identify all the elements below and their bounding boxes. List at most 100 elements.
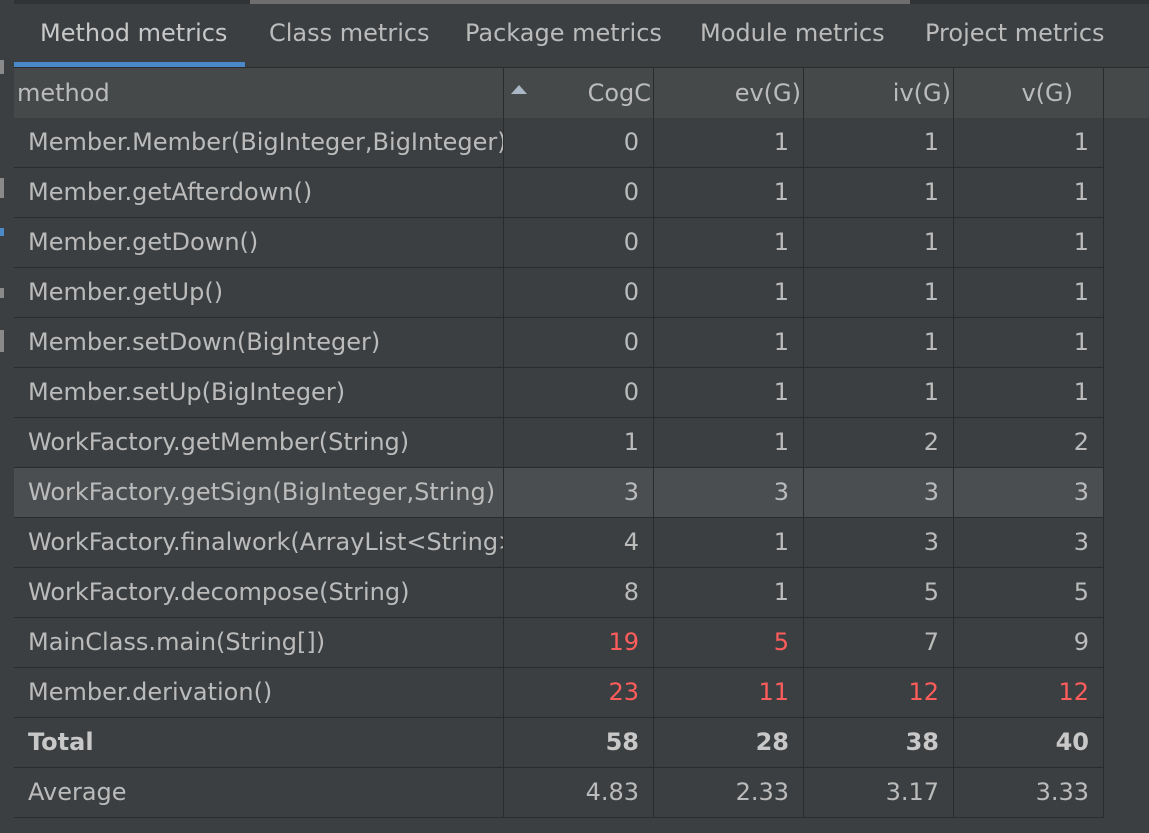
method-name-cell: WorkFactory.finalwork(ArrayList<String>) <box>14 518 504 567</box>
metric-ivg-cell: 1 <box>804 218 954 267</box>
table-row[interactable]: WorkFactory.getMember(String) 1 1 2 2 <box>14 418 1104 468</box>
metric-vg-cell: 1 <box>954 268 1104 317</box>
tab-method-metrics[interactable]: Method metrics <box>14 4 245 67</box>
metric-vg-cell: 1 <box>954 218 1104 267</box>
table-row[interactable]: Member.getDown() 0 1 1 1 <box>14 218 1104 268</box>
total-row-vg-cell: 40 <box>954 718 1104 767</box>
average-row-evg-cell: 2.33 <box>654 768 804 817</box>
table-row[interactable]: Member.derivation() 23 11 12 12 <box>14 668 1104 718</box>
metric-cogc-cell: 23 <box>504 668 654 717</box>
metric-ivg-cell: 5 <box>804 568 954 617</box>
table-header: method CogC ev(G) iv(G) v(G) <box>14 68 1149 119</box>
column-header-cogc[interactable]: CogC <box>504 68 654 118</box>
metric-vg-cell: 1 <box>954 368 1104 417</box>
average-row-label: Average <box>14 768 504 817</box>
table-row[interactable]: Member.getUp() 0 1 1 1 <box>14 268 1104 318</box>
active-tab-indicator <box>14 62 245 67</box>
average-row-vg-cell: 3.33 <box>954 768 1104 817</box>
column-header-method[interactable]: method <box>14 68 504 118</box>
metric-evg-cell: 1 <box>654 518 804 567</box>
metric-cogc-cell: 1 <box>504 418 654 467</box>
total-row-ivg-cell: 38 <box>804 718 954 767</box>
table-row[interactable]: Member.getAfterdown() 0 1 1 1 <box>14 168 1104 218</box>
metric-vg-cell: 3 <box>954 518 1104 567</box>
method-name-cell: WorkFactory.getSign(BigInteger,String) <box>14 468 504 517</box>
average-row-ivg-cell: 3.17 <box>804 768 954 817</box>
metric-cogc-cell: 0 <box>504 118 654 167</box>
metric-evg-cell: 1 <box>654 168 804 217</box>
table-row[interactable]: WorkFactory.decompose(String) 8 1 5 5 <box>14 568 1104 618</box>
gutter-marker <box>0 330 4 352</box>
tab-project-metrics[interactable]: Project metrics <box>925 4 1105 67</box>
method-name-cell: Member.getAfterdown() <box>14 168 504 217</box>
metric-ivg-cell: 1 <box>804 368 954 417</box>
metric-vg-cell: 12 <box>954 668 1104 717</box>
total-row-cogc-cell: 58 <box>504 718 654 767</box>
metric-ivg-cell: 3 <box>804 518 954 567</box>
total-row-evg-cell: 28 <box>654 718 804 767</box>
method-name-cell: Member.Member(BigInteger,BigInteger) <box>14 118 504 167</box>
metric-evg-cell: 1 <box>654 318 804 367</box>
metric-ivg-cell: 3 <box>804 468 954 517</box>
column-header-ivg[interactable]: iv(G) <box>804 68 954 118</box>
metric-cogc-cell: 4 <box>504 518 654 567</box>
metric-cogc-cell: 0 <box>504 318 654 367</box>
tab-label: Project metrics <box>925 19 1105 47</box>
metric-vg-cell: 1 <box>954 168 1104 217</box>
metric-cogc-cell: 0 <box>504 218 654 267</box>
gutter-marker <box>0 60 4 74</box>
method-name-cell: Member.derivation() <box>14 668 504 717</box>
metrics-tab-bar: Method metrics Class metrics Package met… <box>14 4 1149 68</box>
table-row[interactable]: Member.setDown(BigInteger) 0 1 1 1 <box>14 318 1104 368</box>
metric-ivg-cell: 7 <box>804 618 954 667</box>
metric-evg-cell: 1 <box>654 368 804 417</box>
column-header-vg[interactable]: v(G) <box>954 68 1104 118</box>
method-name-cell: Member.setUp(BigInteger) <box>14 368 504 417</box>
metric-evg-cell: 1 <box>654 418 804 467</box>
table-right-padding <box>1104 118 1149 833</box>
metric-evg-cell: 3 <box>654 468 804 517</box>
tab-package-metrics[interactable]: Package metrics <box>465 4 662 67</box>
tab-module-metrics[interactable]: Module metrics <box>700 4 885 67</box>
gutter-marker <box>0 228 4 236</box>
total-row[interactable]: Total 58 28 38 40 <box>14 718 1104 768</box>
metric-cogc-cell: 0 <box>504 268 654 317</box>
metric-ivg-cell: 2 <box>804 418 954 467</box>
method-name-cell: Member.setDown(BigInteger) <box>14 318 504 367</box>
metric-evg-cell: 1 <box>654 268 804 317</box>
method-name-cell: MainClass.main(String[]) <box>14 618 504 667</box>
average-row[interactable]: Average 4.83 2.33 3.17 3.33 <box>14 768 1104 818</box>
gutter-marker <box>0 178 4 198</box>
metric-ivg-cell: 1 <box>804 118 954 167</box>
metric-evg-cell: 1 <box>654 568 804 617</box>
metric-evg-cell: 5 <box>654 618 804 667</box>
gutter-marker <box>0 288 4 298</box>
tab-label: Module metrics <box>700 19 885 47</box>
left-gutter <box>0 0 14 833</box>
tab-label: Class metrics <box>269 19 430 47</box>
metrics-table: method CogC ev(G) iv(G) v(G) Member.Memb… <box>14 68 1149 833</box>
metric-vg-cell: 2 <box>954 418 1104 467</box>
tab-class-metrics[interactable]: Class metrics <box>269 4 430 67</box>
total-row-label: Total <box>14 718 504 767</box>
metric-vg-cell: 5 <box>954 568 1104 617</box>
table-row[interactable]: MainClass.main(String[]) 19 5 7 9 <box>14 618 1104 668</box>
table-row[interactable]: Member.setUp(BigInteger) 0 1 1 1 <box>14 368 1104 418</box>
metric-evg-cell: 1 <box>654 218 804 267</box>
column-header-evg[interactable]: ev(G) <box>654 68 804 118</box>
metric-ivg-cell: 12 <box>804 668 954 717</box>
metric-ivg-cell: 1 <box>804 168 954 217</box>
table-row[interactable]: WorkFactory.finalwork(ArrayList<String>)… <box>14 518 1104 568</box>
metric-vg-cell: 3 <box>954 468 1104 517</box>
metric-vg-cell: 1 <box>954 318 1104 367</box>
method-name-cell: WorkFactory.decompose(String) <box>14 568 504 617</box>
table-row[interactable]: WorkFactory.getSign(BigInteger,String) 3 3… <box>14 468 1104 518</box>
tab-label: Method metrics <box>40 19 228 47</box>
metric-cogc-cell: 0 <box>504 168 654 217</box>
tab-label: Package metrics <box>465 19 662 47</box>
metric-ivg-cell: 1 <box>804 318 954 367</box>
average-row-cogc-cell: 4.83 <box>504 768 654 817</box>
table-row[interactable]: Member.Member(BigInteger,BigInteger) 0 1 1 1 <box>14 118 1104 168</box>
metric-ivg-cell: 1 <box>804 268 954 317</box>
method-name-cell: Member.getUp() <box>14 268 504 317</box>
